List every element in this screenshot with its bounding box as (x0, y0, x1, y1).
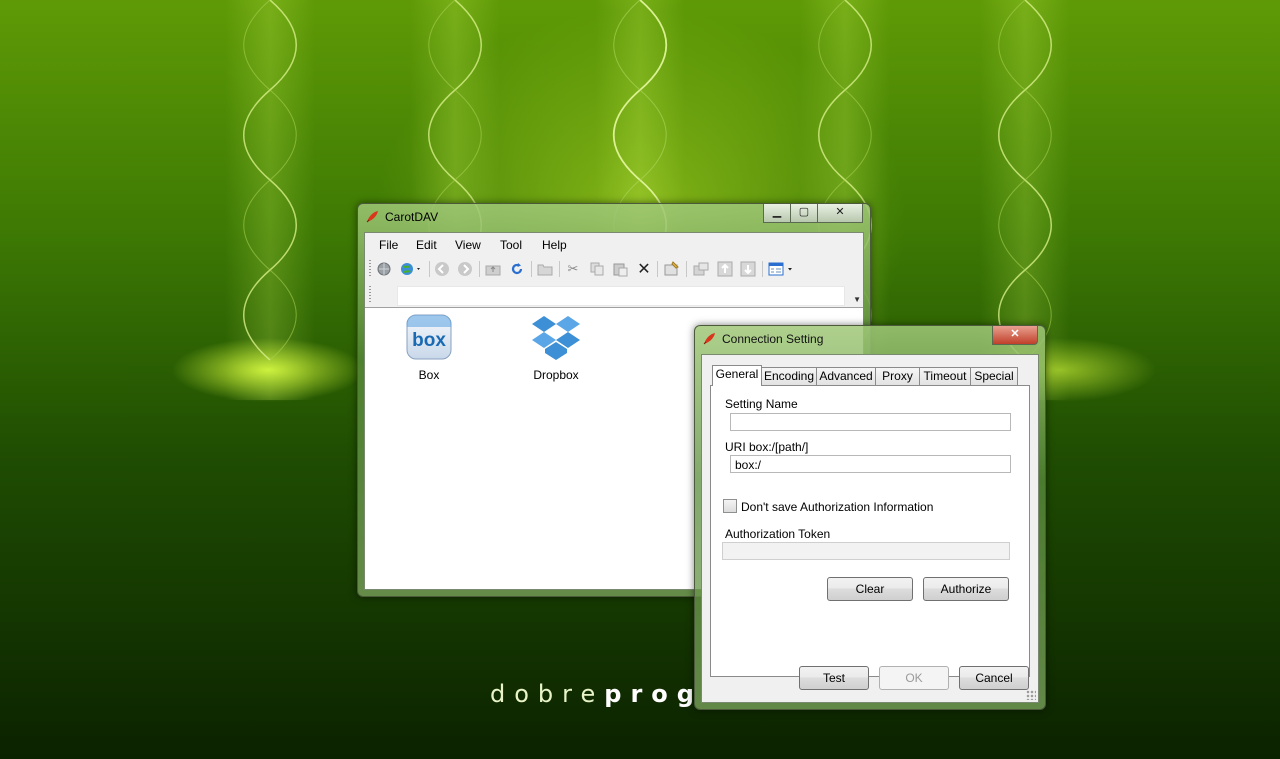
menu-edit[interactable]: Edit (416, 238, 437, 252)
forward-icon[interactable] (457, 261, 473, 277)
toolbar-separator (762, 261, 763, 277)
toolbar-separator (686, 261, 687, 277)
cancel-button[interactable]: Cancel (959, 666, 1029, 690)
dont-save-checkbox[interactable] (723, 499, 737, 513)
dialog-close-button[interactable]: ✕ (992, 326, 1038, 345)
ok-button[interactable]: OK (879, 666, 949, 690)
maximize-button[interactable]: ▢ (790, 204, 818, 223)
address-grip[interactable] (369, 286, 371, 304)
up-folder-icon[interactable] (485, 261, 501, 277)
dont-save-label: Don't save Authorization Information (741, 500, 934, 514)
helix-decoration (243, 0, 297, 361)
minimize-button[interactable]: ▁ (763, 204, 791, 223)
file-item-dropbox[interactable]: Dropbox (516, 313, 596, 383)
auth-token-input[interactable] (722, 542, 1010, 560)
copy-icon[interactable] (589, 261, 605, 277)
globe-icon[interactable] (398, 261, 424, 277)
toolbar-separator (531, 261, 532, 277)
upload-icon[interactable] (717, 261, 733, 277)
tab-advanced[interactable]: Advanced (816, 367, 876, 385)
tab-proxy[interactable]: Proxy (875, 367, 920, 385)
tab-encoding[interactable]: Encoding (761, 367, 817, 385)
menu-help[interactable]: Help (542, 238, 567, 252)
file-item-box[interactable]: box Box (389, 313, 469, 383)
title-bar[interactable]: CarotDAV ▁ ▢ ✕ (358, 204, 870, 230)
close-button[interactable]: ✕ (817, 204, 863, 223)
test-button[interactable]: Test (799, 666, 869, 690)
dropbox-icon (532, 316, 580, 360)
carrot-icon (366, 211, 378, 223)
desktop-brand-text: dobreprog (490, 680, 703, 708)
toolbar-separator (429, 261, 430, 277)
clear-button[interactable]: Clear (827, 577, 913, 601)
window-title: CarotDAV (385, 210, 439, 224)
toolbar-separator (479, 261, 480, 277)
tab-general[interactable]: General (712, 365, 762, 386)
file-label-box: Box (418, 368, 440, 382)
uri-input[interactable]: box:/ (730, 455, 1011, 473)
toolbar-grip[interactable] (369, 260, 371, 278)
uri-label: URI box:/[path/] (725, 440, 809, 454)
back-icon[interactable] (434, 261, 450, 277)
general-tab-panel: Setting Name URI box:/[path/] box:/ Don'… (710, 385, 1030, 677)
refresh-icon[interactable] (509, 261, 525, 277)
toolbar: ✂ ✕ (365, 255, 863, 284)
address-dropdown-icon[interactable]: ▼ (853, 295, 861, 304)
dialog-body: General Encoding Advanced Proxy Timeout … (701, 354, 1039, 703)
menu-tool[interactable]: Tool (500, 238, 522, 252)
new-folder-icon[interactable] (537, 261, 553, 277)
dialog-title-bar[interactable]: Connection Setting ✕ (695, 326, 1045, 352)
address-input[interactable] (397, 286, 845, 306)
helix-decoration (998, 0, 1052, 361)
box-icon: box (406, 314, 452, 360)
svg-text:box: box (412, 330, 446, 351)
auth-token-label: Authorization Token (725, 527, 831, 541)
file-label-dropbox: Dropbox (533, 368, 579, 382)
menu-view[interactable]: View (455, 238, 481, 252)
connection-setting-dialog: Connection Setting ✕ General Encoding Ad… (694, 325, 1046, 710)
properties-icon[interactable] (664, 261, 680, 277)
dialog-title: Connection Setting (722, 332, 824, 346)
toolbar-separator (657, 261, 658, 277)
cut-icon[interactable]: ✂ (565, 261, 581, 277)
view-icon[interactable] (768, 261, 796, 277)
tab-special[interactable]: Special (970, 367, 1018, 385)
paste-icon[interactable] (612, 261, 628, 277)
authorize-button[interactable]: Authorize (923, 577, 1009, 601)
carrot-icon (703, 333, 715, 345)
move-icon[interactable] (693, 261, 709, 277)
menu-file[interactable]: File (379, 238, 398, 252)
setting-name-label: Setting Name (725, 397, 798, 411)
menu-bar: File Edit View Tool Help (365, 233, 863, 255)
toolbar-separator (559, 261, 560, 277)
setting-name-input[interactable] (730, 413, 1011, 431)
tab-timeout[interactable]: Timeout (919, 367, 971, 385)
address-bar: ▼ (365, 283, 863, 308)
delete-icon[interactable]: ✕ (636, 261, 652, 278)
connect-icon[interactable] (376, 261, 392, 277)
resize-grip[interactable] (1026, 690, 1036, 700)
download-icon[interactable] (740, 261, 756, 277)
